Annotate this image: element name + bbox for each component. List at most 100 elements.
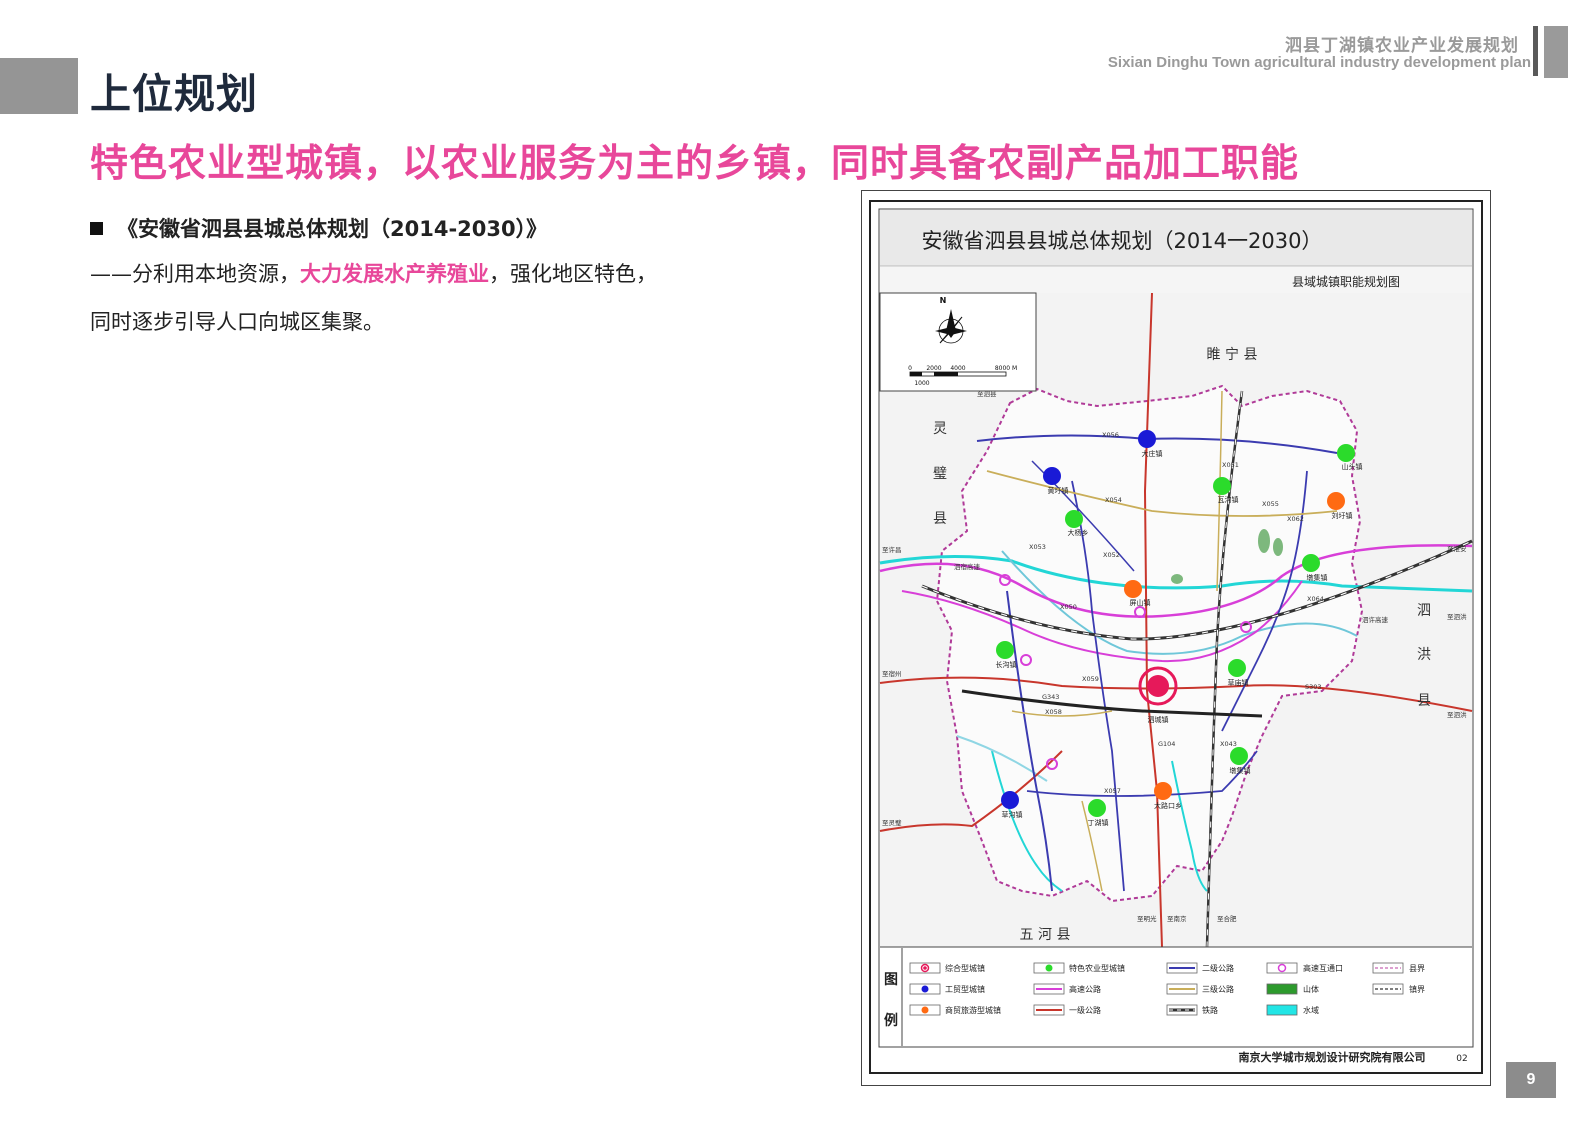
svg-text:大路口乡: 大路口乡	[1154, 801, 1182, 810]
svg-text:至泗县: 至泗县	[977, 390, 997, 398]
svg-text:G343: G343	[1042, 693, 1059, 701]
svg-text:X058: X058	[1045, 708, 1062, 716]
line1-post: ，强化地区特色，	[489, 262, 657, 286]
legend-railway: 铁路	[1166, 1004, 1218, 1016]
svg-text:墩集镇: 墩集镇	[1307, 573, 1328, 582]
legend-town-boundary: 镇界	[1372, 983, 1425, 995]
svg-text:瓦沟镇: 瓦沟镇	[1218, 495, 1239, 504]
svg-text:草庙镇: 草庙镇	[1228, 678, 1249, 687]
plan-bullet: 《安徽省泗县县城总体规划（2014-2030）》	[90, 213, 547, 243]
svg-text:X055: X055	[1262, 500, 1279, 508]
neighbor-east-2: 洪	[1417, 647, 1431, 663]
svg-text:商贸旅游型城镇: 商贸旅游型城镇	[945, 1005, 1001, 1015]
svg-text:长沟镇: 长沟镇	[996, 660, 1017, 669]
svg-text:山体: 山体	[1303, 984, 1319, 994]
neighbor-north: 睢 宁 县	[1207, 346, 1258, 363]
header-title-cn: 泗县丁湖镇农业产业发展规划	[1285, 36, 1519, 56]
legend-panel	[880, 947, 1472, 1047]
svg-text:三级公路: 三级公路	[1202, 984, 1234, 994]
svg-text:X062: X062	[1287, 515, 1304, 523]
svg-text:特色农业型城镇: 特色农业型城镇	[1069, 963, 1125, 973]
north-label: N	[940, 296, 947, 305]
body-line-1: ——分利用本地资源，大力发展水产养殖业，强化地区特色，	[90, 258, 657, 288]
map-subtitle: 县域城镇职能规划图	[1292, 274, 1400, 289]
legend-comprehensive-town: 综合型城镇	[909, 962, 985, 974]
neighbor-west-1: 灵	[933, 421, 947, 437]
svg-text:至许昌: 至许昌	[882, 545, 902, 554]
slide-subtitle: 特色农业型城镇，以农业服务为主的乡镇，同时具备农副产品加工职能	[90, 141, 1300, 185]
legend-title-2: 例	[884, 1012, 898, 1029]
svg-text:G104: G104	[1158, 740, 1175, 748]
svg-text:X054: X054	[1105, 496, 1122, 504]
header-bar-dark	[1533, 26, 1538, 76]
svg-text:2000: 2000	[926, 365, 941, 372]
svg-text:至灵璧: 至灵璧	[882, 818, 902, 827]
svg-text:至南京: 至南京	[1167, 914, 1187, 923]
svg-text:至宿州: 至宿州	[882, 669, 902, 678]
svg-text:大杨乡: 大杨乡	[1068, 528, 1089, 537]
svg-text:墩集镇: 墩集镇	[1230, 766, 1251, 775]
neighbor-west-2: 璧	[933, 465, 947, 482]
svg-text:X052: X052	[1103, 551, 1120, 559]
map-sheet-no: 02	[1456, 1054, 1467, 1064]
svg-text:铁路: 铁路	[1202, 1005, 1218, 1015]
header-title-en: Sixian Dinghu Town agricultural industry…	[1107, 54, 1531, 71]
svg-text:泗城镇: 泗城镇	[1148, 715, 1169, 724]
map-footer: 南京大学城市规划设计研究院有限公司	[1239, 1050, 1426, 1064]
svg-text:至淮安: 至淮安	[1447, 544, 1467, 553]
legend-mountain: 山体	[1266, 983, 1319, 995]
line1-highlight: 大力发展水产养殖业	[300, 262, 489, 286]
svg-text:至明光: 至明光	[1137, 914, 1157, 923]
svg-text:X056: X056	[1102, 431, 1119, 439]
svg-text:X043: X043	[1220, 740, 1237, 748]
page-number: 9	[1506, 1062, 1556, 1098]
svg-text:泗许高速: 泗许高速	[1362, 615, 1389, 624]
neighbor-east-3: 县	[1417, 693, 1431, 709]
svg-text:X059: X059	[1082, 675, 1099, 683]
map-title: 安徽省泗县县城总体规划（2014一2030）	[922, 229, 1323, 253]
bullet-square-icon	[90, 221, 103, 235]
svg-text:二级公路: 二级公路	[1202, 963, 1234, 973]
section-title: 上位规划	[90, 70, 258, 118]
svg-text:高速公路: 高速公路	[1069, 984, 1101, 994]
svg-text:1000: 1000	[914, 380, 929, 387]
county-map: 安徽省泗县县城总体规划（2014一2030） 县域城镇职能规划图 N 0 200…	[869, 200, 1483, 1074]
map-figure: 安徽省泗县县城总体规划（2014一2030） 县域城镇职能规划图 N 0 200…	[861, 190, 1491, 1086]
svg-text:泗宿高速: 泗宿高速	[954, 562, 981, 571]
svg-text:刘圩镇: 刘圩镇	[1332, 511, 1353, 520]
svg-text:黄圩镇: 黄圩镇	[1048, 486, 1069, 495]
svg-text:高速互通口: 高速互通口	[1303, 963, 1343, 973]
legend-interchange: 高速互通口	[1266, 962, 1343, 974]
header-bar-light	[1544, 26, 1568, 78]
map-compass-panel: N 0 2000 4000 8000 M 1000	[879, 292, 1037, 392]
svg-text:X064: X064	[1307, 595, 1324, 603]
svg-text:山头镇: 山头镇	[1342, 462, 1363, 471]
legend-agriculture-town: 特色农业型城镇	[1033, 962, 1125, 974]
svg-text:至泗洪: 至泗洪	[1447, 612, 1467, 621]
svg-text:一级公路: 一级公路	[1069, 1005, 1101, 1015]
svg-text:大庄镇: 大庄镇	[1142, 449, 1163, 458]
svg-text:县界: 县界	[1409, 964, 1425, 973]
neighbor-south: 五 河 县	[1020, 927, 1071, 943]
svg-text:屏山镇: 屏山镇	[1130, 598, 1151, 607]
svg-text:X051: X051	[1222, 461, 1239, 469]
svg-text:至泗洪: 至泗洪	[1447, 710, 1467, 719]
svg-text:8000 M: 8000 M	[995, 365, 1017, 372]
neighbor-west-3: 县	[933, 511, 947, 527]
svg-text:X053: X053	[1029, 543, 1046, 551]
svg-text:X050: X050	[1060, 603, 1077, 611]
svg-text:工贸型城镇: 工贸型城镇	[945, 984, 985, 994]
svg-text:S303: S303	[1305, 683, 1322, 691]
legend-title-1: 图	[884, 972, 898, 988]
svg-text:4000: 4000	[950, 365, 965, 372]
plan-name: 《安徽省泗县县城总体规划（2014-2030）》	[117, 217, 548, 241]
svg-text:至合肥: 至合肥	[1217, 914, 1237, 923]
svg-text:0: 0	[908, 365, 912, 372]
svg-text:镇界: 镇界	[1409, 984, 1425, 994]
svg-text:水域: 水域	[1303, 1005, 1319, 1015]
legend-tourism-town: 商贸旅游型城镇	[909, 1004, 1001, 1016]
svg-text:综合型城镇: 综合型城镇	[945, 963, 985, 973]
svg-text:丁湖镇: 丁湖镇	[1088, 818, 1109, 827]
legend-water: 水域	[1266, 1004, 1319, 1016]
line1-pre: ——分利用本地资源，	[90, 262, 300, 286]
